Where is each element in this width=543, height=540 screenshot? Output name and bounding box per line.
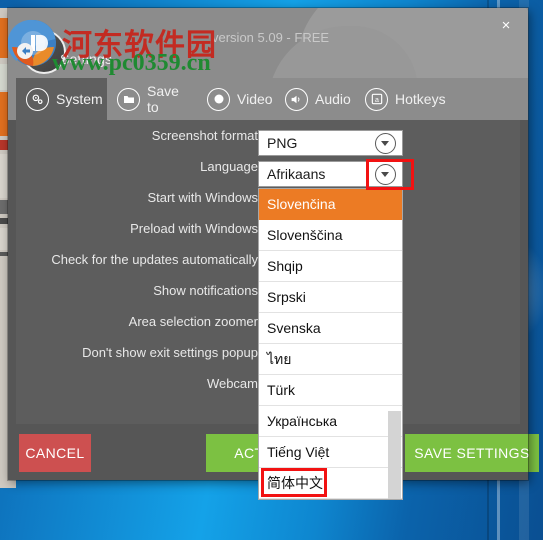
record-icon (207, 87, 230, 111)
list-item[interactable]: Srpski (259, 282, 402, 313)
screenshot-format-value: PNG (267, 135, 298, 151)
tab-label: System (56, 91, 103, 107)
list-item[interactable]: Slovenščina (259, 220, 402, 251)
list-item[interactable]: Türk (259, 375, 402, 406)
tab-save-to[interactable]: Save to (107, 78, 197, 120)
tab-label: Video (237, 91, 273, 107)
tab-video[interactable]: Video (197, 78, 275, 120)
tab-label: Audio (315, 91, 351, 107)
save-settings-button[interactable]: SAVE SETTINGS (405, 434, 539, 472)
list-item[interactable]: Slovenčina (259, 189, 402, 220)
setting-label-screenshot-format: Screenshot format (151, 128, 258, 143)
settings-label-column: Screenshot format Language Start with Wi… (16, 120, 268, 399)
tab-system[interactable]: System (16, 78, 107, 120)
dialog-header: Settings version 5.09 - FREE × (8, 8, 528, 78)
tab-label: Save to (147, 83, 179, 115)
highlight-box-simplified-chinese (261, 468, 327, 497)
setting-label-show-notifications: Show notifications (153, 283, 258, 298)
list-item[interactable]: Svenska (259, 313, 402, 344)
page-title: Settings (60, 51, 113, 67)
setting-label-webcam: Webcam (206, 376, 258, 391)
svg-text:a: a (375, 97, 379, 104)
language-dropdown-list[interactable]: Slovenčina Slovenščina Shqip Srpski Sven… (258, 188, 403, 500)
language-value: Afrikaans (267, 166, 326, 182)
setting-label-language: Language (200, 159, 258, 174)
dropdown-scrollbar[interactable] (388, 411, 401, 499)
setting-label-exit-popup: Don't show exit settings popup (82, 345, 258, 360)
screenshot-format-select[interactable]: PNG (258, 130, 403, 156)
setting-label-start-with-windows: Start with Windows (147, 190, 258, 205)
tab-audio[interactable]: Audio (275, 78, 355, 120)
chevron-down-icon[interactable] (368, 132, 402, 154)
setting-label-check-updates: Check for the updates automatically (51, 252, 258, 267)
setting-label-area-selection-zoomer: Area selection zoomer (128, 314, 258, 329)
tab-label: Hotkeys (395, 91, 446, 107)
version-label: version 5.09 - FREE (212, 30, 330, 45)
list-item[interactable]: Tiếng Việt (259, 437, 402, 468)
list-item[interactable]: ไทย (259, 344, 402, 375)
folder-icon (117, 87, 140, 111)
speaker-icon (285, 87, 308, 111)
list-item[interactable]: Shqip (259, 251, 402, 282)
list-item[interactable]: Українська (259, 406, 402, 437)
tab-hotkeys[interactable]: a Hotkeys (355, 78, 447, 120)
gears-icon (26, 87, 49, 111)
cancel-button[interactable]: CANCEL (19, 434, 91, 472)
keycap-a-icon: a (365, 87, 388, 111)
tab-bar: System Save to Video Audio a Hotkeys (8, 78, 528, 120)
setting-label-preload-with-windows: Preload with Windows (130, 221, 258, 236)
highlight-box-language-arrow (366, 159, 414, 190)
close-icon[interactable]: × (492, 12, 520, 38)
